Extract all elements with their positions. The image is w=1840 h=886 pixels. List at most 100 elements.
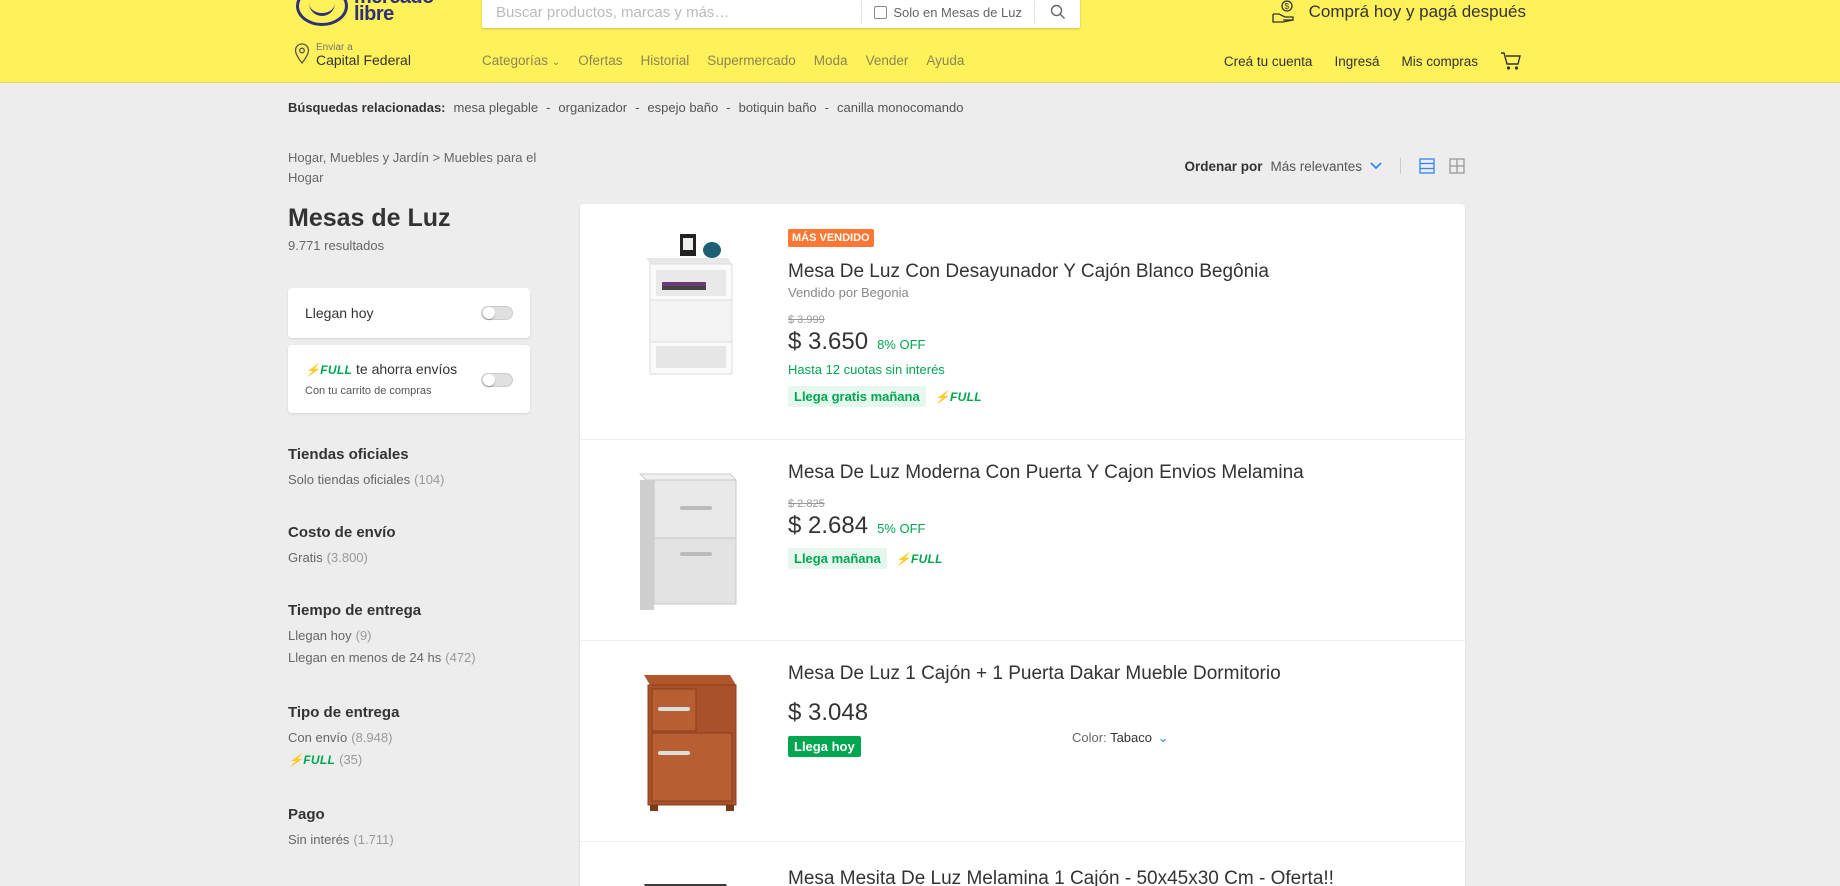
search-icon [1050,4,1065,19]
logo-text: mercado libre [354,0,434,25]
results-count: 9.771 resultados [288,238,385,253]
related-link[interactable]: botiquin baño [739,100,817,115]
related-searches: Búsquedas relacionadas: mesa plegable - … [288,100,963,115]
filter-llegan-hoy[interactable]: Llegan hoy [288,288,530,338]
create-account-link[interactable]: Creá tu cuenta [1224,54,1313,69]
chevron-down-icon[interactable] [1370,162,1382,170]
product-title[interactable]: Mesa De Luz Moderna Con Puerta Y Cajon E… [788,462,1304,484]
full-badge: ⚡FULL [305,363,353,377]
result-item[interactable]: MÁS VENDIDO Mesa De Luz Con Desayunador … [580,204,1465,440]
filter-title: Pago [288,806,325,823]
chevron-down-icon: ⌄ [551,57,561,68]
nav-vender[interactable]: Vender [866,53,909,68]
old-price: $ 2.825 [788,498,825,510]
main-nav: Categorías ⌄ Ofertas Historial Supermerc… [482,53,964,68]
related-link[interactable]: mesa plegable [454,100,539,115]
filter-option[interactable]: ⚡FULL (35) [288,752,399,767]
discount: 8% OFF [877,337,926,352]
my-purchases-link[interactable]: Mis compras [1401,54,1478,69]
color-selector[interactable]: Color: Tabaco ⌄ [1072,730,1169,746]
result-item[interactable]: Mesa Mesita De Luz Melamina 1 Cajón - 50… [580,842,1465,886]
related-label: Búsquedas relacionadas: [288,100,446,115]
list-view-icon[interactable] [1419,158,1435,174]
nav-ofertas[interactable]: Ofertas [578,53,622,68]
filter-title: Tiempo de entrega [288,602,422,619]
nav-historial[interactable]: Historial [640,53,689,68]
svg-text:$: $ [1284,2,1289,11]
sort-controls: Ordenar por Más relevantes [1184,158,1465,174]
filter-full[interactable]: ⚡FULL te ahorra envíos Con tu carrito de… [288,345,530,413]
search-scope-label: Solo en Mesas de Luz [893,4,1022,20]
price: $ 3.048 [788,699,869,726]
filter-section-tipo: Tipo de entrega Con envío (8.948) ⚡FULL (3… [288,704,399,774]
product-image[interactable] [618,230,758,380]
filter-option[interactable]: Sin interés (1.711) [288,832,394,847]
search-button[interactable] [1034,1,1080,23]
filter-sub: Con tu carrito de compras [305,385,432,397]
results-list: MÁS VENDIDO Mesa De Luz Con Desayunador … [580,204,1465,886]
related-link[interactable]: espejo baño [647,100,718,115]
filter-full-label: ⚡FULL te ahorra envíos [305,361,458,377]
discount: 5% OFF [877,521,926,536]
divider [1400,158,1401,174]
login-link[interactable]: Ingresá [1334,54,1379,69]
sort-label: Ordenar por [1184,158,1263,174]
related-link[interactable]: organizador [558,100,627,115]
grid-view-icon[interactable] [1449,158,1465,174]
promo-text: Comprá hoy y pagá después [1308,2,1526,21]
breadcrumb-link[interactable]: Hogar, Muebles y Jardín [288,150,429,165]
filter-option[interactable]: Llegan en menos de 24 hs (472) [288,650,476,665]
best-seller-badge: MÁS VENDIDO [788,229,874,247]
filter-option[interactable]: Gratis (3.800) [288,550,396,565]
price: $ 3.650 [788,328,869,355]
nav-moda[interactable]: Moda [814,53,848,68]
price: $ 2.684 [788,512,869,539]
result-item[interactable]: Mesa De Luz Moderna Con Puerta Y Cajon E… [580,440,1465,641]
search-scope-checkbox[interactable]: Solo en Mesas de Luz [861,1,1034,23]
filter-label: Llegan hoy [305,305,374,321]
sort-dropdown[interactable]: Más relevantes [1270,159,1362,174]
separator: - [635,100,640,115]
full-badge: ⚡FULL [288,753,336,767]
full-badge: ⚡FULL [934,389,982,404]
product-title[interactable]: Mesa De Luz Con Desayunador Y Cajón Blan… [788,261,1269,283]
header: mercado libre Solo en Mesas de Luz $ Com… [0,0,1840,83]
old-price: $ 3.999 [788,314,825,326]
nav-supermercado[interactable]: Supermercado [707,53,796,68]
installments: Hasta 12 cuotas sin interés [788,362,945,377]
color-value: Tabaco [1110,730,1152,745]
filter-option[interactable]: Con envío (8.948) [288,730,399,745]
seller-name: Vendido por Begonia [788,285,909,300]
separator: - [546,100,551,115]
product-image[interactable] [618,468,758,618]
shipping-today-tag: Llega hoy [788,736,861,757]
product-image[interactable] [618,874,758,886]
breadcrumb: Hogar, Muebles y Jardín > Muebles para e… [288,148,568,188]
cart-icon[interactable] [1500,51,1522,71]
user-nav: Creá tu cuenta Ingresá Mis compras [1224,51,1522,71]
chevron-down-icon: ⌄ [1157,730,1169,745]
related-link[interactable]: canilla monocomando [837,100,963,115]
search-input[interactable] [482,0,862,28]
product-image[interactable] [618,667,758,817]
result-item[interactable]: Mesa De Luz 1 Cajón + 1 Puerta Dakar Mue… [580,641,1465,842]
shipping-tag: Llega gratis mañana [788,386,926,407]
checkbox-icon[interactable] [874,5,888,19]
shipping-tag: Llega mañana [788,548,887,569]
filter-option[interactable]: Solo tiendas oficiales (104) [288,472,445,487]
toggle-switch[interactable] [481,373,513,387]
hand-coin-icon: $ [1271,0,1294,23]
nav-ayuda[interactable]: Ayuda [926,53,964,68]
separator: - [824,100,830,115]
filter-option[interactable]: Llegan hoy (9) [288,628,476,643]
mercadolibre-logo[interactable]: mercado libre [296,0,434,26]
location-selector[interactable]: Enviar a Capital Federal [294,41,411,67]
product-title[interactable]: Mesa Mesita De Luz Melamina 1 Cajón - 50… [788,868,1334,886]
filter-section-tiempo: Tiempo de entrega Llegan hoy (9) Llegan e… [288,602,476,672]
promo-banner[interactable]: $ Comprá hoy y pagá después [1271,0,1526,24]
filter-section-tiendas: Tiendas oficiales Solo tiendas oficiales… [288,446,445,494]
nav-categorias[interactable]: Categorías ⌄ [482,53,560,68]
product-title[interactable]: Mesa De Luz 1 Cajón + 1 Puerta Dakar Mue… [788,663,1281,685]
toggle-switch[interactable] [481,306,513,320]
location-value: Capital Federal [316,52,411,68]
